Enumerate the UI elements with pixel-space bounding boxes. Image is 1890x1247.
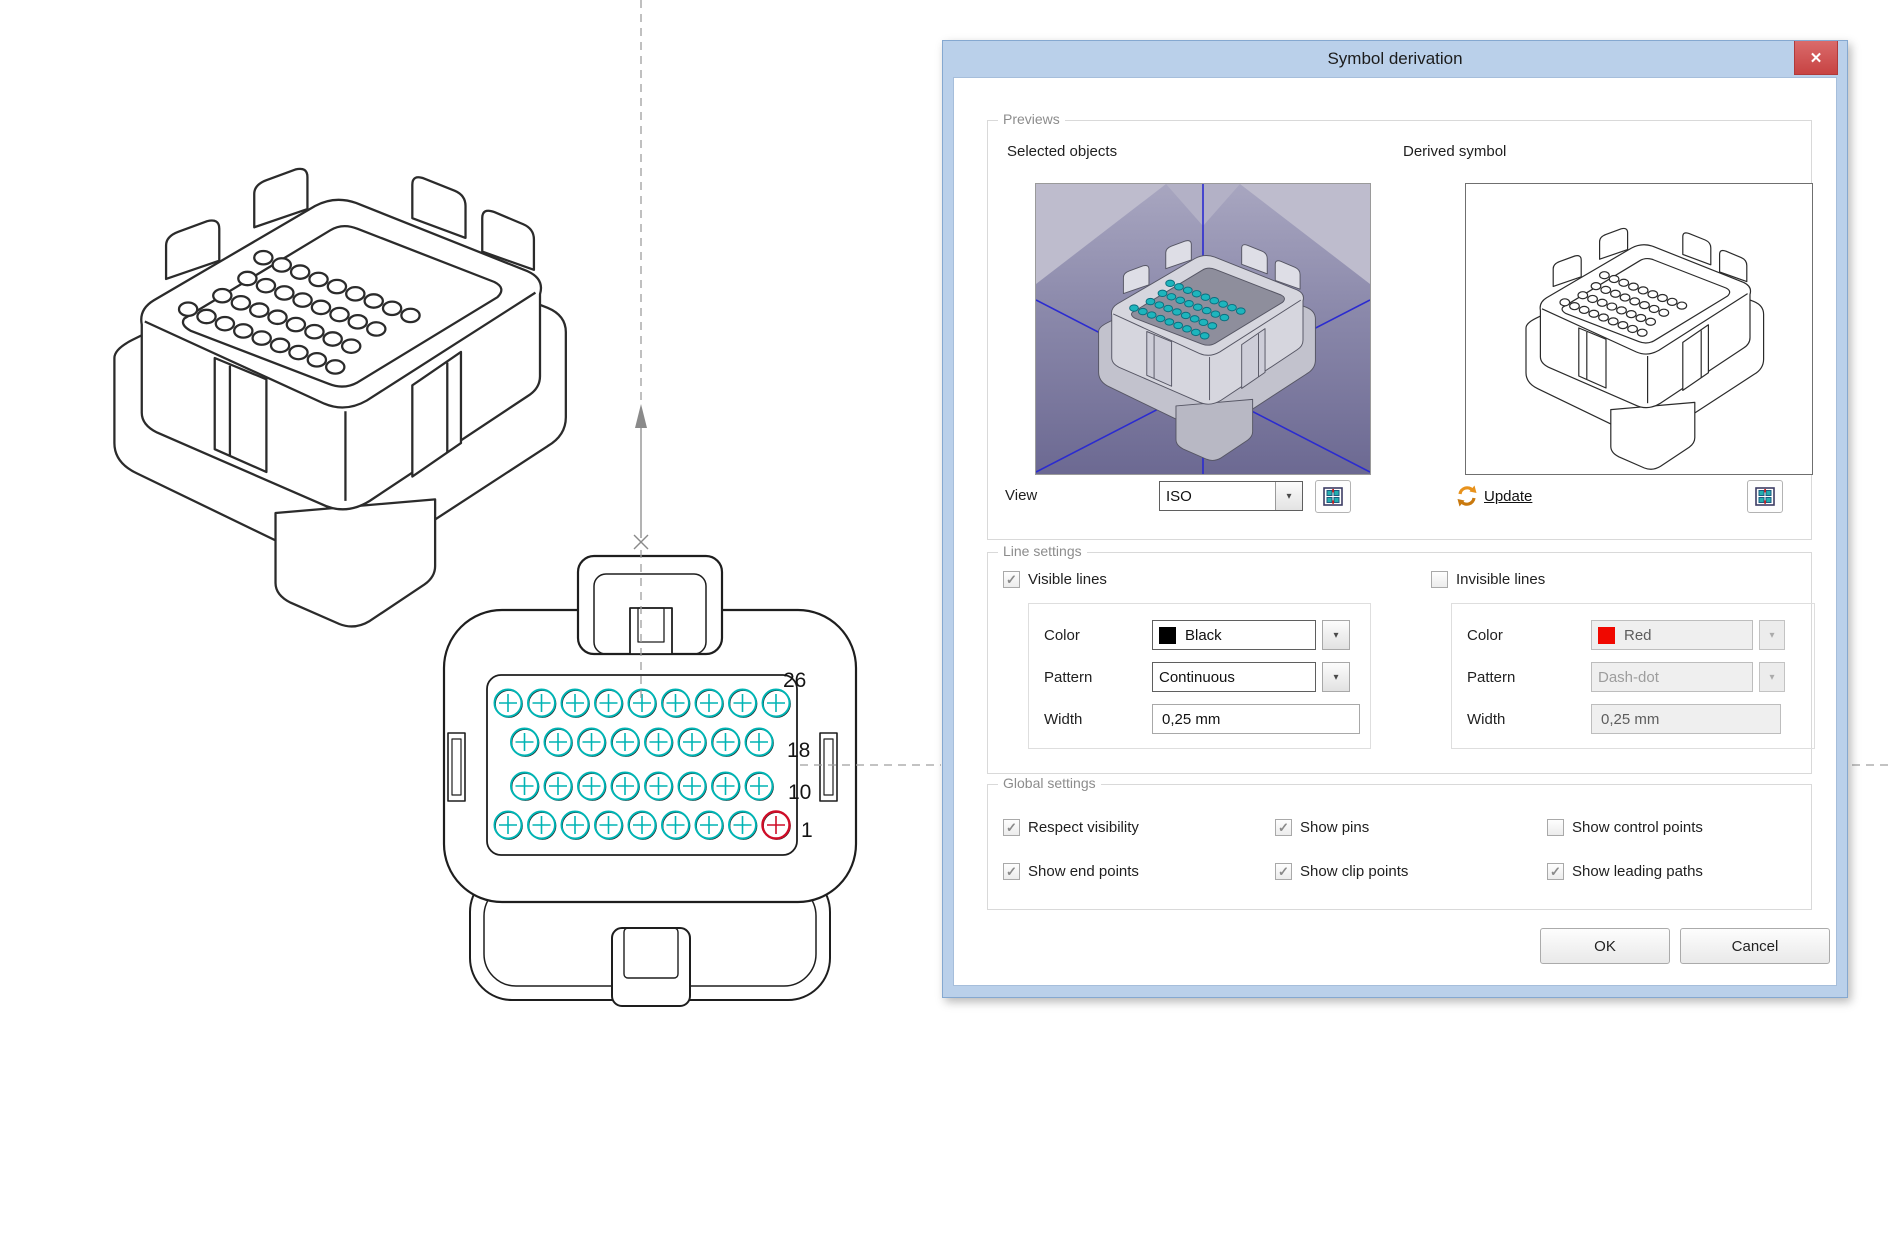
visible-width-input[interactable]: 0,25 mm: [1152, 704, 1360, 734]
derived-symbol-preview: [1465, 183, 1813, 475]
cancel-button[interactable]: Cancel: [1680, 928, 1830, 964]
checkbox-box[interactable]: ✓: [1275, 863, 1292, 880]
dialog-title: Symbol derivation: [1327, 49, 1463, 68]
selected-objects-3d-viewport[interactable]: [1035, 183, 1371, 475]
axis-arrowhead-icon: [635, 404, 647, 428]
global-settings-group-label: Global settings: [998, 775, 1101, 791]
refresh-icon: [1457, 485, 1477, 507]
invisible-pattern-select: Dash-dot: [1591, 662, 1753, 692]
checkbox-label: Show end points: [1028, 863, 1139, 880]
color-label: Color: [1467, 627, 1503, 644]
global-settings-group: Global settings ✓ Respect visibility ✓ S…: [987, 775, 1812, 910]
visible-lines-box: Color Black ▾ Pattern Continuous ▾ Width…: [1028, 603, 1371, 749]
width-label: Width: [1044, 711, 1083, 728]
pattern-label: Pattern: [1467, 669, 1516, 686]
iso-wireframe-drawing[interactable]: [113, 167, 567, 628]
checkbox-box[interactable]: ✓: [1547, 863, 1564, 880]
invisible-pattern-value: Dash-dot: [1598, 668, 1659, 686]
invisible-color-arrow: ▾: [1759, 620, 1785, 650]
invisible-width-value: 0,25 mm: [1601, 710, 1660, 728]
pin-number-26: 26: [783, 669, 806, 692]
view-select[interactable]: ISO ▾: [1159, 481, 1303, 511]
pin-number-18: 18: [787, 739, 810, 762]
dialog-content: Previews Selected objects Derived symbol: [953, 77, 1837, 986]
respect-visibility-checkbox[interactable]: ✓ Respect visibility: [1003, 819, 1139, 836]
visible-pattern-value: Continuous: [1159, 668, 1235, 686]
view-label: View: [1005, 487, 1038, 504]
invisible-width-input: 0,25 mm: [1591, 704, 1781, 734]
visible-pattern-select[interactable]: Continuous: [1152, 662, 1316, 692]
visible-color-select[interactable]: Black: [1152, 620, 1316, 650]
view-pins-button[interactable]: [1315, 480, 1351, 513]
chevron-down-icon: ▾: [1769, 629, 1775, 641]
pin-number-1: 1: [801, 819, 813, 842]
pin-number-10: 10: [788, 781, 811, 804]
application-canvas: 26 18 10 1 Symbol derivation ✕ Previews: [0, 0, 1890, 1247]
show-control-points-checkbox[interactable]: Show control points: [1547, 819, 1703, 836]
previews-group-label: Previews: [998, 111, 1065, 127]
show-leading-paths-checkbox[interactable]: ✓ Show leading paths: [1547, 863, 1703, 880]
chevron-down-icon[interactable]: ▾: [1275, 482, 1302, 510]
derived-symbol-drawing: [1525, 227, 1765, 470]
show-end-points-checkbox[interactable]: ✓ Show end points: [1003, 863, 1139, 880]
color-label: Color: [1044, 627, 1080, 644]
selected-objects-label: Selected objects: [1007, 143, 1118, 160]
color-swatch-black: [1159, 626, 1176, 644]
chevron-down-icon: ▾: [1333, 629, 1339, 641]
visible-color-value: Black: [1185, 626, 1222, 644]
checkbox-box[interactable]: ✓: [1275, 819, 1292, 836]
show-pins-checkbox[interactable]: ✓ Show pins: [1275, 819, 1369, 836]
checkbox-box[interactable]: ✓: [1003, 819, 1020, 836]
ok-button[interactable]: OK: [1540, 928, 1670, 964]
color-swatch-red: [1598, 626, 1615, 644]
checkbox-label: Show control points: [1572, 819, 1703, 836]
close-icon: ✕: [1809, 49, 1823, 67]
line-settings-group: Line settings ✓ Visible lines Color Blac…: [987, 543, 1815, 774]
visible-lines-checkbox[interactable]: ✓ Visible lines: [1003, 571, 1107, 588]
checkbox-box[interactable]: ✓: [1003, 571, 1020, 588]
visible-pattern-arrow[interactable]: ▾: [1322, 662, 1350, 692]
symbol-pins-icon: [1755, 487, 1775, 506]
invisible-pattern-arrow: ▾: [1759, 662, 1785, 692]
close-button[interactable]: ✕: [1794, 41, 1838, 75]
chevron-down-icon: ▾: [1333, 671, 1339, 683]
chevron-down-icon: ▾: [1769, 671, 1775, 683]
checkbox-label: Show clip points: [1300, 863, 1409, 880]
visible-color-arrow[interactable]: ▾: [1322, 620, 1350, 650]
invisible-color-value: Red: [1624, 626, 1652, 644]
view-select-value: ISO: [1166, 487, 1192, 505]
width-label: Width: [1467, 711, 1506, 728]
symbol-derivation-dialog: Symbol derivation ✕ Previews Selected ob…: [942, 40, 1848, 998]
derived-symbol-label: Derived symbol: [1403, 143, 1507, 160]
visible-lines-label: Visible lines: [1028, 571, 1107, 588]
invisible-lines-label: Invisible lines: [1456, 571, 1546, 588]
pattern-label: Pattern: [1044, 669, 1093, 686]
invisible-color-select: Red: [1591, 620, 1753, 650]
checkbox-box[interactable]: ✓: [1003, 863, 1020, 880]
update-label: Update: [1484, 487, 1533, 505]
checkbox-box[interactable]: [1431, 571, 1448, 588]
checkbox-label: Show leading paths: [1572, 863, 1703, 880]
update-button[interactable]: Update: [1455, 481, 1532, 511]
derived-pins-button[interactable]: [1747, 480, 1783, 513]
visible-width-value: 0,25 mm: [1162, 710, 1221, 728]
previews-group: Previews Selected objects Derived symbol: [987, 111, 1813, 540]
show-clip-points-checkbox[interactable]: ✓ Show clip points: [1275, 863, 1408, 880]
checkbox-label: Show pins: [1300, 819, 1370, 836]
symbol-pins-icon: [1323, 487, 1343, 506]
invisible-lines-checkbox[interactable]: Invisible lines: [1431, 571, 1545, 588]
invisible-lines-box: Color Red ▾ Pattern Dash-dot ▾ Width 0,2…: [1451, 603, 1815, 749]
checkbox-box[interactable]: [1547, 819, 1564, 836]
checkbox-label: Respect visibility: [1028, 819, 1139, 836]
line-settings-group-label: Line settings: [998, 543, 1087, 559]
